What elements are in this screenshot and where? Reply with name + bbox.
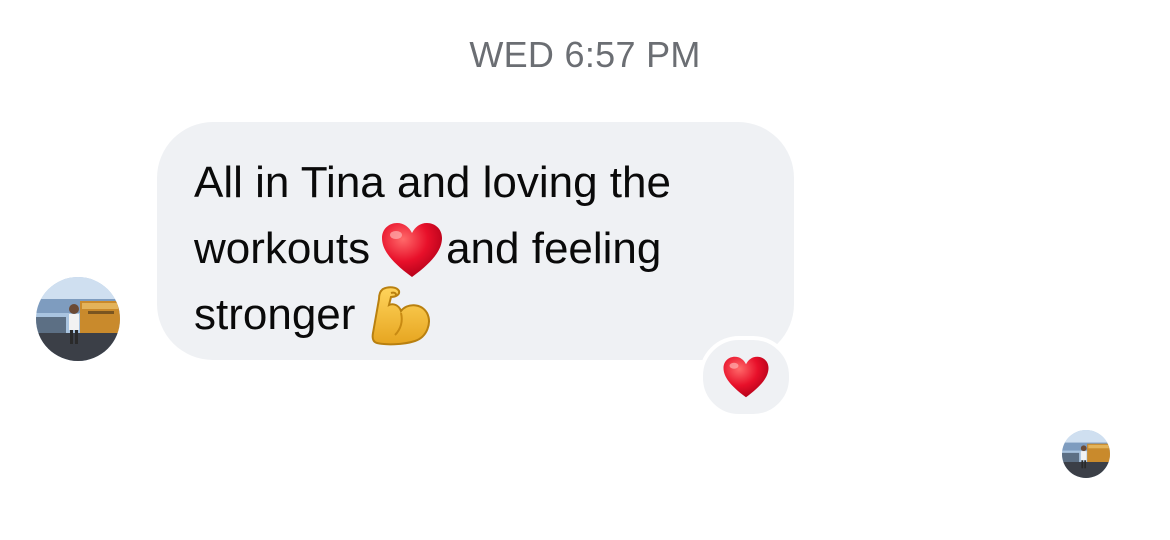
incoming-message-bubble[interactable]: All in Tina and loving the workouts and … [157, 122, 794, 360]
red-heart-icon [723, 356, 769, 398]
message-text-line-2-start: workouts [194, 224, 371, 273]
message-thread: WED 6:57 PM All in Tina and loving the w… [0, 0, 1170, 540]
avatar-photo-icon [1062, 430, 1110, 478]
message-timestamp: WED 6:57 PM [469, 34, 701, 75]
message-line-1: All in Tina and loving the [194, 150, 754, 216]
heart-reaction-badge[interactable] [699, 336, 793, 418]
read-receipt-avatar [1062, 430, 1110, 478]
flexed-biceps-icon [372, 286, 431, 346]
message-text-line-1: All in Tina and loving the [194, 158, 671, 207]
avatar-photo-icon [36, 277, 120, 361]
message-line-3: stronger [194, 282, 754, 348]
message-text-line-3: stronger [194, 290, 356, 339]
message-text-line-2-end: and feeling [446, 224, 662, 273]
red-heart-icon [382, 223, 443, 277]
message-line-2: workouts and feeling [194, 216, 754, 282]
sender-avatar[interactable] [36, 277, 120, 361]
